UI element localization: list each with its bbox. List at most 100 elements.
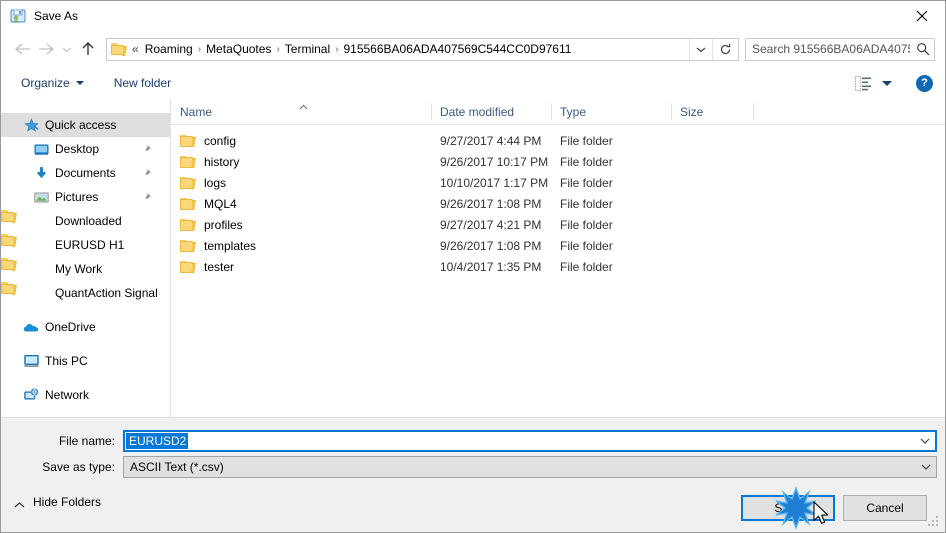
table-row[interactable]: profiles 9/27/2017 4:21 PM File folder (171, 214, 945, 235)
file-date-cell: 10/4/2017 1:35 PM (440, 259, 542, 274)
sidebar-item-label: QuantAction Signal (55, 286, 158, 300)
close-icon[interactable] (899, 1, 945, 31)
table-row[interactable]: config 9/27/2017 4:44 PM File folder (171, 130, 945, 151)
file-date-cell: 9/26/2017 1:08 PM (440, 196, 542, 211)
column-header-label: Name (180, 104, 213, 119)
address-bar[interactable]: « Roaming › MetaQuotes › Terminal › 9155… (106, 37, 739, 61)
file-rows: config 9/27/2017 4:44 PM File folder his… (171, 125, 945, 277)
sidebar-item-downloaded[interactable]: Downloaded (1, 209, 170, 233)
new-folder-label: New folder (113, 76, 172, 90)
table-row[interactable]: history 9/26/2017 10:17 PM File folder (171, 151, 945, 172)
sidebar-item-pictures[interactable]: Pictures (1, 185, 170, 209)
breadcrumb-item-roaming[interactable]: Roaming (142, 42, 196, 56)
sidebar-item-label: Quick access (45, 118, 117, 132)
column-header-size[interactable]: Size (671, 99, 753, 124)
pin-icon[interactable] (140, 191, 152, 203)
pictures-icon (33, 189, 49, 205)
sidebar-item-this-pc[interactable]: This PC (1, 349, 170, 373)
recent-locations-chevron-icon[interactable] (58, 37, 76, 61)
back-arrow-icon[interactable] (10, 37, 34, 61)
table-row[interactable]: templates 9/26/2017 1:08 PM File folder (171, 235, 945, 256)
file-type-cell: File folder (560, 133, 613, 148)
breadcrumb-item-terminal-id[interactable]: 915566BA06ADA407569C544CC0D97611 (340, 42, 574, 56)
sidebar-item-quick-access[interactable]: Quick access (1, 113, 170, 137)
file-name-label: templates (204, 238, 257, 253)
search-icon[interactable] (912, 39, 934, 59)
save-button[interactable]: Save (741, 495, 835, 521)
folder-icon (180, 155, 196, 169)
breadcrumb-separator: › (276, 43, 280, 55)
cancel-button[interactable]: Cancel (843, 495, 927, 521)
table-row[interactable]: MQL4 9/26/2017 1:08 PM File folder (171, 193, 945, 214)
sidebar-item-desktop[interactable]: Desktop (1, 137, 170, 161)
refresh-icon[interactable] (712, 38, 738, 60)
file-name-label: history (204, 154, 240, 169)
view-dropdown-chevron-icon[interactable] (882, 80, 892, 86)
star-pin-icon (23, 117, 39, 133)
sidebar-item-label: My Work (55, 262, 103, 276)
forward-arrow-icon[interactable] (34, 37, 58, 61)
address-dropdown-icon[interactable] (689, 38, 712, 60)
breadcrumb-item-metaquotes[interactable]: MetaQuotes (203, 42, 274, 56)
view-layout-icon[interactable] (853, 74, 873, 92)
column-header-name[interactable]: Name (171, 99, 431, 124)
navigation-bar: « Roaming › MetaQuotes › Terminal › 9155… (1, 31, 945, 67)
folder-icon (1, 234, 49, 253)
chevron-down-icon (75, 81, 84, 85)
search-box[interactable] (745, 37, 935, 61)
hide-folders-button[interactable]: Hide Folders (14, 495, 101, 509)
save-as-type-row: Save as type: ASCII Text (*.csv) (1, 456, 945, 478)
new-folder-button[interactable]: New folder (107, 72, 178, 94)
sidebar-item-network[interactable]: Network (1, 383, 170, 407)
column-headers: Name Date modified Type Size (171, 99, 945, 125)
dialog-body: Quick access Desktop Documents Pictures … (1, 99, 945, 417)
organize-label: Organize (21, 76, 70, 90)
breadcrumb-separator: › (335, 43, 339, 55)
sidebar-item-onedrive[interactable]: OneDrive (1, 315, 170, 339)
search-input[interactable] (746, 41, 912, 57)
file-type-cell: File folder (560, 259, 613, 274)
file-name-label: MQL4 (204, 196, 237, 211)
table-row[interactable]: tester 10/4/2017 1:35 PM File folder (171, 256, 945, 277)
file-type-cell: File folder (560, 154, 613, 169)
file-name-input[interactable]: EURUSD2 (123, 430, 937, 452)
sidebar-item-my-work[interactable]: My Work (1, 257, 170, 281)
chevron-down-icon[interactable] (916, 457, 936, 477)
organize-button[interactable]: Organize (14, 72, 91, 94)
folder-icon (180, 239, 196, 253)
column-header-date-modified[interactable]: Date modified (431, 99, 551, 124)
file-name-label: config (204, 133, 237, 148)
column-divider[interactable] (753, 103, 754, 120)
file-name-cell: tester (180, 256, 234, 277)
this-pc-icon (23, 353, 39, 369)
up-arrow-icon[interactable] (76, 37, 100, 61)
pin-icon[interactable] (140, 143, 152, 155)
desktop-icon (33, 141, 49, 157)
save-as-type-value: ASCII Text (*.csv) (130, 460, 224, 474)
navigation-sidebar: Quick access Desktop Documents Pictures … (1, 99, 171, 417)
column-header-type[interactable]: Type (551, 99, 671, 124)
file-date-cell: 9/26/2017 1:08 PM (440, 238, 542, 253)
pin-icon[interactable] (140, 167, 152, 179)
file-type-cell: File folder (560, 238, 613, 253)
resize-grip-icon[interactable] (928, 516, 940, 528)
breadcrumb-item-terminal[interactable]: Terminal (282, 42, 333, 56)
sidebar-item-documents[interactable]: Documents (1, 161, 170, 185)
folder-icon (180, 134, 196, 148)
sidebar-item-eurusd-h1[interactable]: EURUSD H1 (1, 233, 170, 257)
folder-icon (180, 176, 196, 190)
help-button[interactable]: ? (916, 74, 933, 92)
breadcrumb-overflow[interactable]: « (127, 42, 142, 56)
chevron-down-icon[interactable] (915, 432, 935, 450)
network-icon (23, 387, 39, 403)
table-row[interactable]: logs 10/10/2017 1:17 PM File folder (171, 172, 945, 193)
sidebar-item-quantaction-signal[interactable]: QuantAction Signal (1, 281, 170, 305)
file-date-cell: 9/27/2017 4:21 PM (440, 217, 542, 232)
breadcrumb: « Roaming › MetaQuotes › Terminal › 9155… (127, 42, 689, 56)
file-date-cell: 10/10/2017 1:17 PM (440, 175, 549, 190)
documents-download-icon (33, 165, 49, 181)
save-as-type-select[interactable]: ASCII Text (*.csv) (123, 456, 937, 478)
sidebar-item-label: OneDrive (45, 320, 96, 334)
